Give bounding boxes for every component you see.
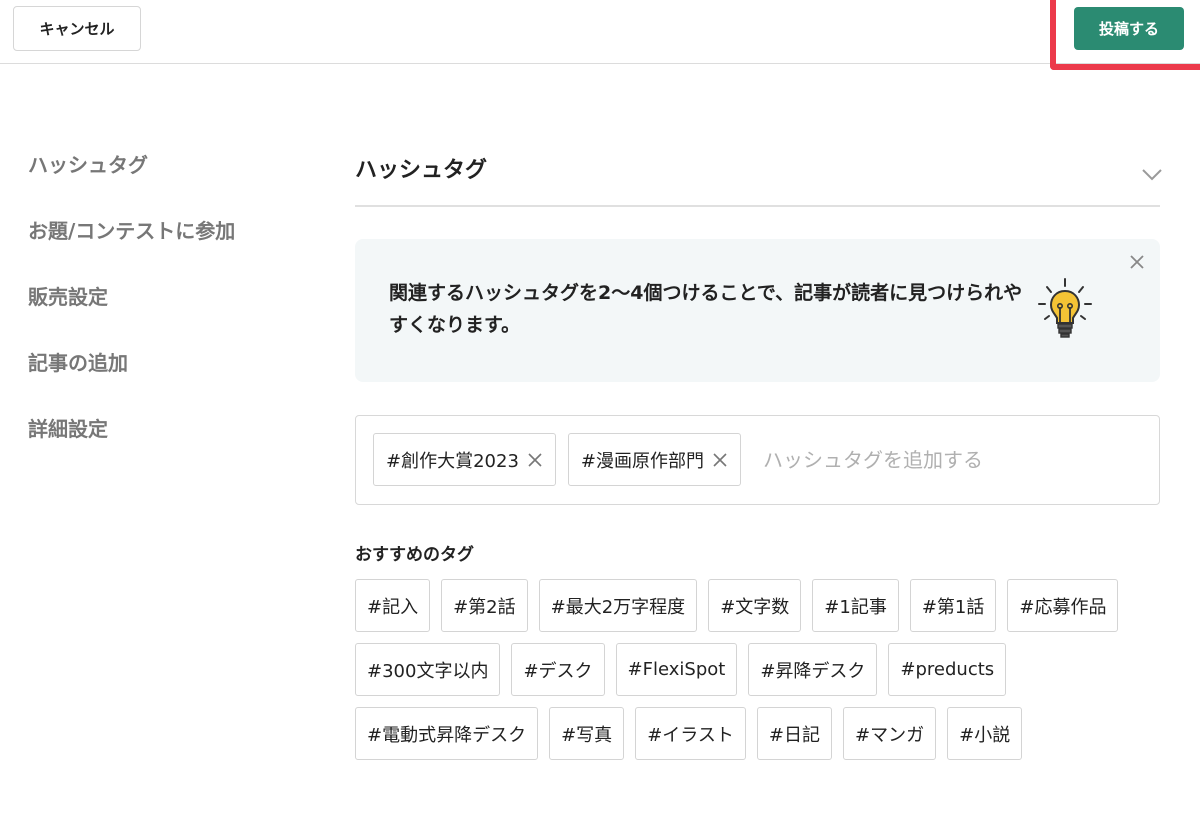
recommended-tag[interactable]: #第1話: [909, 579, 997, 632]
recommended-tag[interactable]: #記入: [355, 579, 431, 632]
chevron-down-icon[interactable]: [1140, 162, 1164, 186]
remove-chip-icon[interactable]: [527, 452, 543, 468]
sidebar-item-add-article[interactable]: 記事の追加: [28, 346, 308, 376]
recommended-tag[interactable]: #写真: [549, 707, 625, 760]
section-header[interactable]: ハッシュタグ: [355, 130, 1162, 207]
recommended-tag[interactable]: #小説: [947, 707, 1023, 760]
recommended-tag[interactable]: #FlexiSpot: [615, 643, 738, 696]
recommended-tags-title: おすすめのタグ: [355, 545, 474, 565]
top-bar: キャンセル 投稿する: [0, 0, 1200, 70]
sidebar-item-contest[interactable]: お題/コンテストに参加: [28, 214, 308, 244]
hashtag-chip: #漫画原作部門: [567, 433, 741, 486]
recommended-tag[interactable]: #デスク: [511, 643, 605, 696]
recommended-tag[interactable]: #preducts: [888, 643, 1007, 696]
recommended-tag[interactable]: #第2話: [441, 579, 528, 632]
recommended-tag[interactable]: #300文字以内: [355, 643, 501, 696]
hashtag-input-box[interactable]: #創作大賞2023 #漫画原作部門: [355, 415, 1160, 505]
hashtag-panel: ハッシュタグ 関連するハッシュタグを2〜4個つけることで、記事が読者に見つけられ…: [355, 130, 1162, 760]
sidebar-item-details[interactable]: 詳細設定: [28, 412, 308, 442]
lightbulb-icon: [1038, 278, 1092, 338]
cancel-button[interactable]: キャンセル: [13, 6, 141, 51]
close-icon[interactable]: [1128, 253, 1146, 271]
recommended-tag[interactable]: #文字数: [708, 579, 802, 632]
recommended-tag[interactable]: #1記事: [812, 579, 899, 632]
recommended-tags-list: #記入 #第2話 #最大2万字程度 #文字数 #1記事 #第1話 #応募作品 #…: [355, 579, 1160, 760]
recommended-tag[interactable]: #マンガ: [843, 707, 937, 760]
settings-sidebar: ハッシュタグ お題/コンテストに参加 販売設定 記事の追加 詳細設定: [28, 148, 308, 478]
hashtag-chip: #創作大賞2023: [373, 433, 556, 486]
recommended-tag[interactable]: #昇降デスク: [748, 643, 878, 696]
tip-text: 関連するハッシュタグを2〜4個つけることで、記事が読者に見つけられやすくなります…: [389, 282, 1023, 336]
recommended-tag[interactable]: #日記: [756, 707, 833, 760]
remove-chip-icon[interactable]: [712, 452, 728, 468]
post-button[interactable]: 投稿する: [1074, 7, 1184, 50]
sidebar-item-hashtag[interactable]: ハッシュタグ: [28, 148, 308, 178]
recommended-tag[interactable]: #最大2万字程度: [538, 579, 698, 632]
recommended-tag[interactable]: #応募作品: [1007, 579, 1119, 632]
chip-label: #創作大賞2023: [386, 450, 519, 472]
sidebar-item-sales[interactable]: 販売設定: [28, 280, 308, 310]
recommended-tag[interactable]: #電動式昇降デスク: [355, 707, 539, 760]
hashtag-input[interactable]: [752, 433, 1142, 486]
recommended-tag[interactable]: #イラスト: [635, 707, 746, 760]
section-title: ハッシュタグ: [355, 157, 488, 183]
tip-banner: 関連するハッシュタグを2〜4個つけることで、記事が読者に見つけられやすくなります…: [355, 239, 1160, 382]
chip-label: #漫画原作部門: [580, 450, 704, 472]
